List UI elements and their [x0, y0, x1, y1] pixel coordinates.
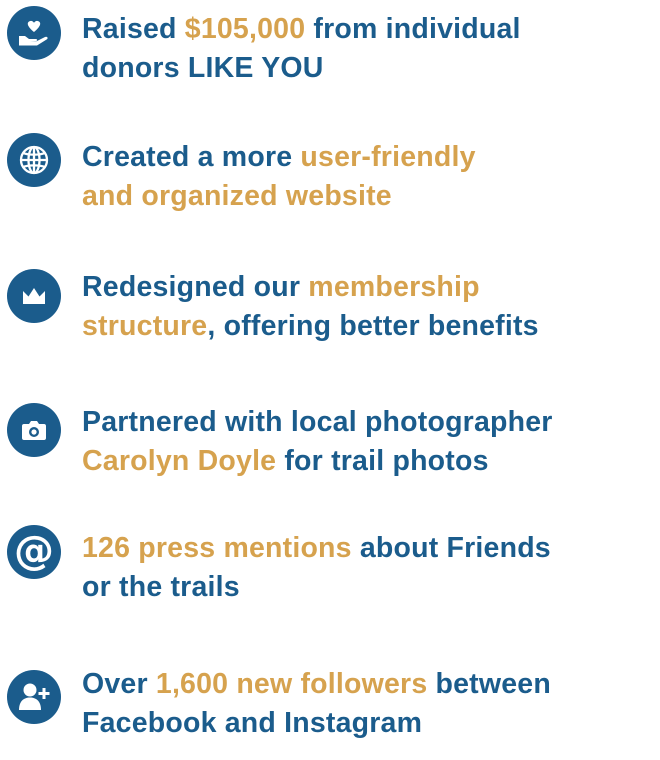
camera-icon — [7, 403, 61, 457]
heart-hand-icon — [7, 6, 61, 60]
item-line-2: structure, offering better benefits — [82, 307, 660, 346]
at-sign-icon: @ — [7, 525, 61, 579]
accomplishment-item-press: @ 126 press mentions about Friends or th… — [0, 525, 660, 625]
item-line-1: Redesigned our membership — [82, 268, 660, 307]
item-highlight: Carolyn Doyle — [82, 445, 277, 477]
accomplishment-item-donors: Raised $105,000 from individual donors L… — [0, 0, 660, 100]
item-text: donors LIKE YOU — [82, 52, 324, 84]
item-line-1: Raised $105,000 from individual — [82, 10, 660, 49]
crown-icon — [7, 269, 61, 323]
item-highlight: 126 press mentions — [82, 532, 352, 564]
item-text: between — [427, 668, 551, 700]
item-highlight: membership — [308, 271, 480, 303]
item-line-1: Over 1,600 new followers between — [82, 665, 660, 704]
item-text: about Friends — [351, 532, 551, 564]
item-text: , offering better benefits — [207, 310, 539, 342]
item-highlight: $105,000 — [184, 13, 306, 45]
item-line-1: Partnered with local photographer — [82, 403, 660, 442]
item-text: from individual — [305, 13, 521, 45]
accomplishment-item-membership: Redesigned our membership structure, off… — [0, 265, 660, 365]
item-text: or the trails — [82, 571, 240, 603]
item-text: Raised — [82, 13, 185, 45]
item-text: Redesigned our — [82, 271, 309, 303]
item-line-2: or the trails — [82, 568, 660, 607]
item-line-2: Carolyn Doyle for trail photos — [82, 442, 660, 481]
item-text: for trail photos — [276, 445, 489, 477]
item-highlight: user-friendly — [300, 141, 476, 173]
item-line-2: Facebook and Instagram — [82, 704, 660, 743]
accomplishment-item-photographer: Partnered with local photographer Caroly… — [0, 395, 660, 495]
add-user-icon — [7, 670, 61, 724]
item-text: Created a more — [82, 141, 301, 173]
item-text: Facebook and Instagram — [82, 707, 423, 739]
item-line-2: and organized website — [82, 177, 660, 216]
item-line-2: donors LIKE YOU — [82, 49, 660, 88]
accomplishment-item-website: Created a more user-friendly and organiz… — [0, 130, 660, 230]
item-highlight: 1,600 new followers — [155, 668, 428, 700]
item-highlight: and organized website — [82, 180, 392, 212]
accomplishment-item-followers: Over 1,600 new followers between Faceboo… — [0, 660, 660, 760]
item-text: Over — [82, 668, 156, 700]
globe-icon — [7, 133, 61, 187]
item-highlight: structure — [82, 310, 208, 342]
item-text: Partnered with local photographer — [82, 406, 553, 438]
item-line-1: 126 press mentions about Friends — [82, 529, 660, 568]
item-line-1: Created a more user-friendly — [82, 138, 660, 177]
